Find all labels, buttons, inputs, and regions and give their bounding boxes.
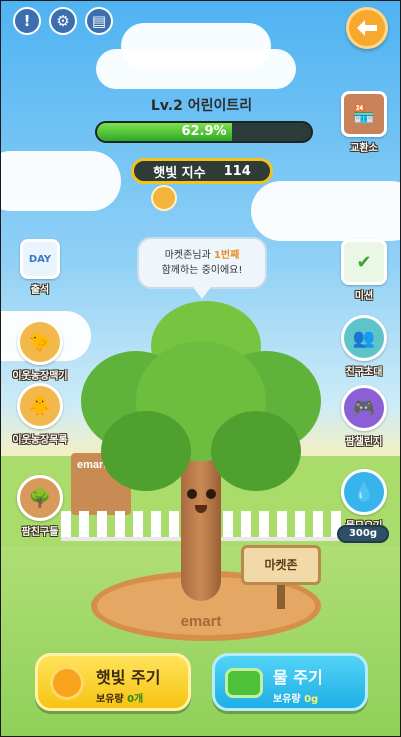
shop-icon: 🏪	[341, 91, 387, 137]
gamepad-icon: 🎮	[341, 385, 387, 431]
speech-bubble: 마켓존님과 1번째 함께하는 중이에요!	[137, 237, 267, 289]
sunlight-amount-label: 보유량	[96, 694, 124, 705]
duck-icon: 🐥	[17, 383, 63, 429]
water-amount: 보유량 0g	[273, 690, 318, 705]
checklist-icon: ✔	[341, 239, 387, 285]
sunlight-amount: 보유량 0개	[96, 690, 143, 705]
water-collected-count: 300g	[337, 525, 389, 543]
menu-farm-challenge-label: 팜챌린지	[345, 437, 383, 448]
menu-farm-friends[interactable]: 🌳 팜친구들	[9, 475, 71, 538]
growth-progress-bar: 62.9%	[95, 121, 313, 143]
menu-attendance[interactable]: DAY 출석	[9, 239, 71, 296]
ground-logo: emart	[180, 613, 222, 630]
menu-neighbor-farm-list[interactable]: 🐥 이웃농장목록	[9, 383, 71, 446]
water-amount-label: 보유량	[273, 694, 301, 705]
menu-exchange[interactable]: 🏪 교환소	[333, 91, 395, 154]
sun-drop-icon	[151, 185, 177, 211]
menu-neighbor-farm-visit-label: 이웃농장맥기	[12, 371, 68, 382]
sunlight-amount-value: 0개	[127, 694, 144, 705]
menu-farm-challenge[interactable]: 🎮 팜챌린지	[333, 385, 395, 448]
menu-mission[interactable]: ✔ 미션	[333, 239, 395, 302]
give-water-title: 물 주기	[273, 668, 323, 687]
cloud	[1, 151, 121, 211]
cloud	[96, 49, 296, 89]
menu-invite-friends-label: 친구초대	[345, 367, 383, 378]
game-scene: emart ! ⚙ ▤ Lv.2 어린이트리 62.9% 햇빛 지수 114 마	[0, 0, 401, 737]
menu-farm-friends-label: 팜친구들	[21, 527, 59, 538]
menu-invite-friends[interactable]: 👥 친구초대	[333, 315, 395, 378]
cloud	[251, 181, 400, 241]
bubble-text: 마켓존님과	[164, 250, 214, 261]
tree-eye	[187, 489, 197, 499]
sun-index-pill: 햇빛 지수 114	[131, 158, 273, 184]
menu-attendance-label: 출석	[30, 285, 50, 296]
gear-icon[interactable]: ⚙	[49, 7, 77, 35]
tree-crown[interactable]	[81, 301, 321, 501]
menu-collect-water[interactable]: 💧 물모으기	[333, 469, 395, 532]
back-button[interactable]	[346, 7, 388, 49]
friends-icon: 👥	[341, 315, 387, 361]
speech-bubble-tail	[193, 287, 211, 299]
book-icon[interactable]: ▤	[85, 7, 113, 35]
water-amount-value: 0g	[304, 694, 319, 705]
back-arrow-icon	[357, 20, 377, 36]
watering-can-icon	[225, 668, 263, 698]
progress-text: 62.9%	[181, 124, 227, 139]
sign-post	[277, 585, 285, 609]
give-water-button[interactable]: 물 주기 보유량 0g	[212, 653, 368, 711]
give-sunlight-title: 햇빛 주기	[96, 668, 161, 687]
tree-friends-icon: 🌳	[17, 475, 63, 521]
bird-icon: 🐤	[17, 319, 63, 365]
menu-mission-label: 미션	[354, 291, 374, 302]
sun-icon	[50, 666, 84, 700]
info-icon[interactable]: !	[13, 7, 41, 35]
give-sunlight-button[interactable]: 햇빛 주기 보유량 0개	[35, 653, 191, 711]
bubble-highlight: 1번째	[213, 250, 240, 261]
water-drop-icon: 💧	[341, 469, 387, 515]
tree-eye	[206, 489, 216, 499]
bubble-text-line2: 함께하는 중이에요!	[161, 265, 243, 276]
sun-index-label: 햇빛 지수	[153, 165, 206, 181]
sun-index-value: 114	[223, 163, 251, 179]
tree-name-sign[interactable]: 마켓존	[241, 545, 321, 585]
menu-exchange-label: 교환소	[350, 143, 378, 154]
calendar-icon-text: DAY	[28, 253, 52, 265]
menu-neighbor-farm-visit[interactable]: 🐤 이웃농장맥기	[9, 319, 71, 382]
calendar-icon: DAY	[20, 239, 60, 279]
menu-neighbor-farm-list-label: 이웃농장목록	[12, 435, 68, 446]
